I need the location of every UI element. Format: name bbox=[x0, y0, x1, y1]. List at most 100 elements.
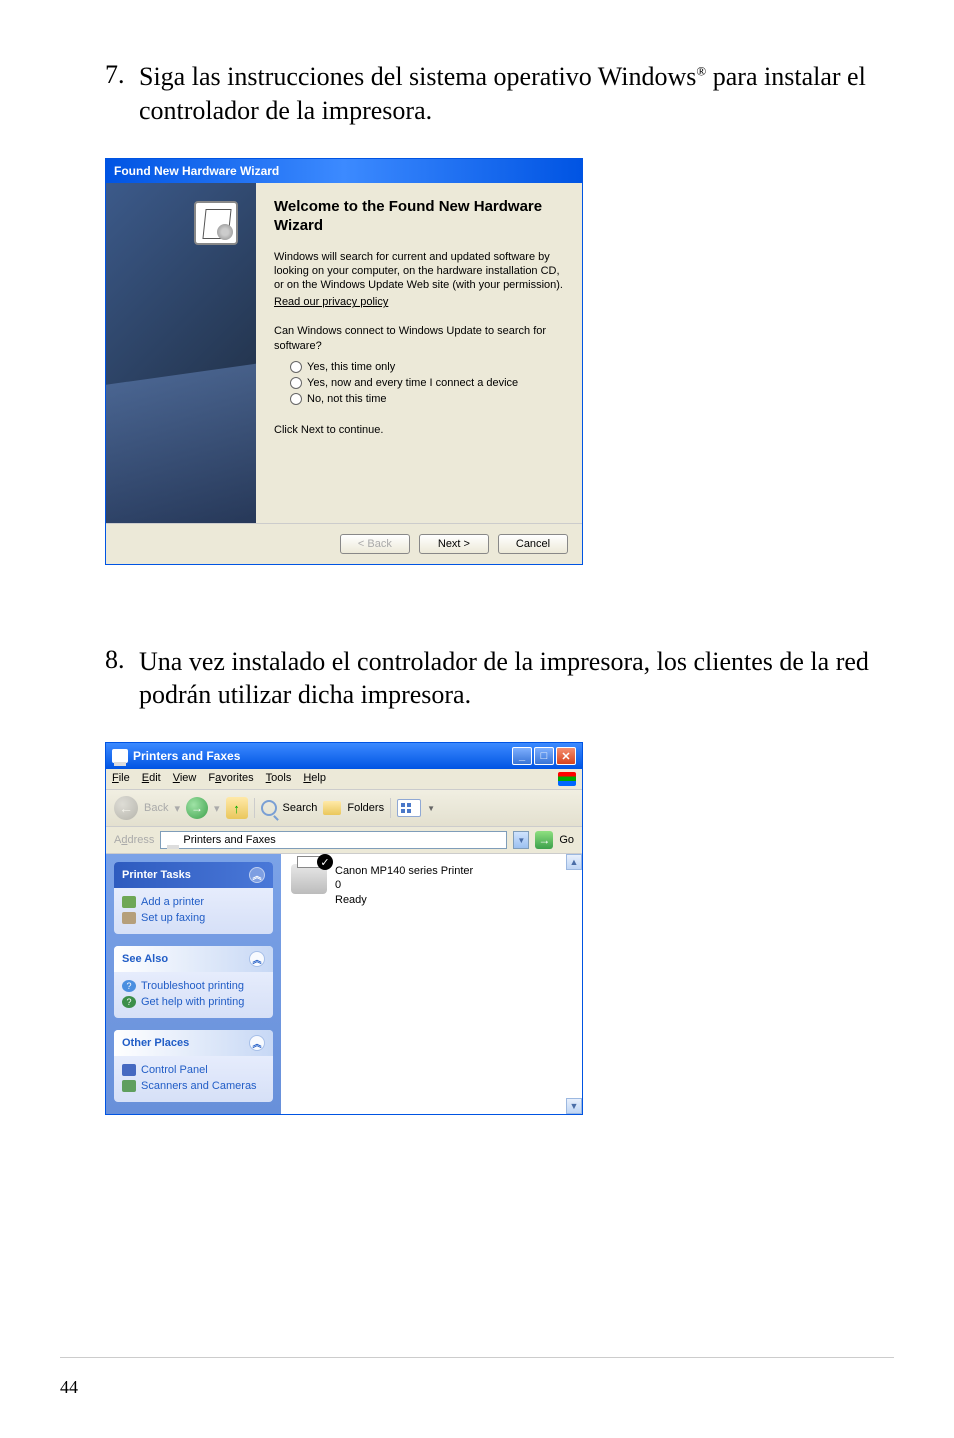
next-button[interactable]: Next > bbox=[419, 534, 489, 554]
printer-large-icon: ✓ bbox=[291, 864, 327, 894]
radio-group: Yes, this time only Yes, now and every t… bbox=[290, 361, 564, 405]
window-title: Printers and Faxes bbox=[133, 749, 240, 763]
collapse-icon[interactable]: ︽ bbox=[249, 867, 265, 883]
help-icon: ? bbox=[122, 996, 136, 1008]
back-nav-button: ← bbox=[114, 796, 138, 820]
get-help-link[interactable]: ? Get help with printing bbox=[122, 994, 265, 1010]
scanners-cameras-link[interactable]: Scanners and Cameras bbox=[122, 1078, 265, 1094]
windows-flag-icon bbox=[558, 772, 576, 786]
content-area: ▲ ✓ Canon MP140 series Printer 0 Ready ▼ bbox=[281, 854, 582, 1114]
wizard-question: Can Windows connect to Windows Update to… bbox=[274, 324, 564, 353]
step-8-text: Una vez instalado el controlador de la i… bbox=[139, 645, 888, 713]
setup-faxing-link[interactable]: Set up faxing bbox=[122, 910, 265, 926]
address-label: Address bbox=[114, 834, 154, 846]
menu-view[interactable]: View bbox=[173, 772, 197, 786]
dialog-titlebar[interactable]: Found New Hardware Wizard bbox=[106, 159, 582, 183]
step-7-number: 7. bbox=[105, 60, 135, 90]
scroll-down-button[interactable]: ▼ bbox=[566, 1098, 582, 1114]
separator bbox=[390, 798, 391, 818]
printer-name: Canon MP140 series Printer bbox=[335, 864, 473, 878]
menu-help[interactable]: Help bbox=[303, 772, 326, 786]
decorative-shape bbox=[106, 358, 256, 522]
window-controls: _ □ ✕ bbox=[512, 747, 576, 765]
other-places-group: Other Places ︽ Control Panel Scanners an… bbox=[114, 1030, 273, 1102]
printer-icon bbox=[165, 834, 179, 846]
folders-label[interactable]: Folders bbox=[347, 802, 384, 814]
printer-item[interactable]: ✓ Canon MP140 series Printer 0 Ready bbox=[281, 854, 582, 917]
menu-edit[interactable]: Edit bbox=[142, 772, 161, 786]
printer-tasks-group: Printer Tasks ︽ Add a printer Set up fax… bbox=[114, 862, 273, 934]
control-panel-icon bbox=[122, 1064, 136, 1076]
step-8: 8. Una vez instalado el controlador de l… bbox=[60, 645, 894, 713]
radio-icon bbox=[290, 393, 302, 405]
found-new-hardware-wizard-dialog: Found New Hardware Wizard Welcome to the… bbox=[105, 158, 583, 565]
menu-tools[interactable]: Tools bbox=[266, 772, 292, 786]
radio-yes-always[interactable]: Yes, now and every time I connect a devi… bbox=[290, 377, 564, 389]
installer-icon bbox=[194, 201, 238, 245]
footer-divider bbox=[60, 1357, 894, 1358]
add-printer-link[interactable]: Add a printer bbox=[122, 894, 265, 910]
printer-info: Canon MP140 series Printer 0 Ready bbox=[335, 864, 473, 907]
help-icon: ? bbox=[122, 980, 136, 992]
separator bbox=[254, 798, 255, 818]
close-button[interactable]: ✕ bbox=[556, 747, 576, 765]
toolbar: ← Back ▾ → ▾ ↑ Search Folders ▼ bbox=[106, 790, 582, 827]
see-also-group: See Also ︽ ? Troubleshoot printing ? Get… bbox=[114, 946, 273, 1018]
address-bar: Address Printers and Faxes ▼ → Go bbox=[106, 827, 582, 854]
printer-doc-count: 0 bbox=[335, 878, 473, 892]
printers-and-faxes-window: Printers and Faxes _ □ ✕ File Edit View … bbox=[105, 742, 583, 1115]
wizard-paragraph: Windows will search for current and upda… bbox=[274, 250, 564, 293]
radio-yes-once[interactable]: Yes, this time only bbox=[290, 361, 564, 373]
privacy-policy-link[interactable]: Read our privacy policy bbox=[274, 296, 564, 308]
page-number: 44 bbox=[60, 1377, 78, 1398]
step-7-text: Siga las instrucciones del sistema opera… bbox=[139, 60, 888, 128]
add-printer-icon bbox=[122, 896, 136, 908]
address-value: Printers and Faxes bbox=[183, 834, 275, 846]
window-titlebar[interactable]: Printers and Faxes _ □ ✕ bbox=[106, 743, 582, 769]
control-panel-link[interactable]: Control Panel bbox=[122, 1062, 265, 1078]
cancel-button[interactable]: Cancel bbox=[498, 534, 568, 554]
separator: ▾ bbox=[174, 802, 180, 815]
explorer-body: Printer Tasks ︽ Add a printer Set up fax… bbox=[106, 854, 582, 1114]
wizard-continue-text: Click Next to continue. bbox=[274, 423, 564, 437]
step-7: 7. Siga las instrucciones del sistema op… bbox=[60, 60, 894, 128]
menubar: File Edit View Favorites Tools Help bbox=[106, 769, 582, 790]
see-also-header[interactable]: See Also ︽ bbox=[114, 946, 273, 972]
separator: ▾ bbox=[214, 802, 220, 815]
collapse-icon[interactable]: ︽ bbox=[249, 951, 265, 967]
printer-status: Ready bbox=[335, 893, 473, 907]
registered-mark: ® bbox=[696, 63, 706, 78]
folders-icon[interactable] bbox=[323, 801, 341, 815]
up-nav-button[interactable]: ↑ bbox=[226, 797, 248, 819]
scroll-up-button[interactable]: ▲ bbox=[566, 854, 582, 870]
menu-favorites[interactable]: Favorites bbox=[208, 772, 253, 786]
address-field[interactable]: Printers and Faxes bbox=[160, 831, 507, 849]
scanner-icon bbox=[122, 1080, 136, 1092]
troubleshoot-link[interactable]: ? Troubleshoot printing bbox=[122, 978, 265, 994]
forward-nav-button[interactable]: → bbox=[186, 797, 208, 819]
other-places-header[interactable]: Other Places ︽ bbox=[114, 1030, 273, 1056]
radio-no[interactable]: No, not this time bbox=[290, 393, 564, 405]
radio-icon bbox=[290, 361, 302, 373]
minimize-button[interactable]: _ bbox=[512, 747, 532, 765]
menu-file[interactable]: File bbox=[112, 772, 130, 786]
printer-tasks-header[interactable]: Printer Tasks ︽ bbox=[114, 862, 273, 888]
collapse-icon[interactable]: ︽ bbox=[249, 1035, 265, 1051]
view-mode-button[interactable] bbox=[397, 799, 421, 817]
address-dropdown[interactable]: ▼ bbox=[513, 831, 529, 849]
wizard-content: Welcome to the Found New Hardware Wizard… bbox=[256, 183, 582, 523]
printer-icon bbox=[112, 749, 128, 763]
dialog-button-row: < Back Next > Cancel bbox=[106, 523, 582, 564]
search-label[interactable]: Search bbox=[283, 802, 318, 814]
step-8-number: 8. bbox=[105, 645, 135, 675]
go-button[interactable]: → bbox=[535, 831, 553, 849]
go-label[interactable]: Go bbox=[559, 834, 574, 846]
maximize-button[interactable]: □ bbox=[534, 747, 554, 765]
default-check-icon: ✓ bbox=[317, 854, 333, 870]
back-label: Back bbox=[144, 802, 168, 814]
search-icon[interactable] bbox=[261, 800, 277, 816]
radio-icon bbox=[290, 377, 302, 389]
wizard-sidebar-image bbox=[106, 183, 256, 523]
dialog-body: Welcome to the Found New Hardware Wizard… bbox=[106, 183, 582, 523]
view-dropdown-arrow[interactable]: ▼ bbox=[427, 804, 435, 813]
